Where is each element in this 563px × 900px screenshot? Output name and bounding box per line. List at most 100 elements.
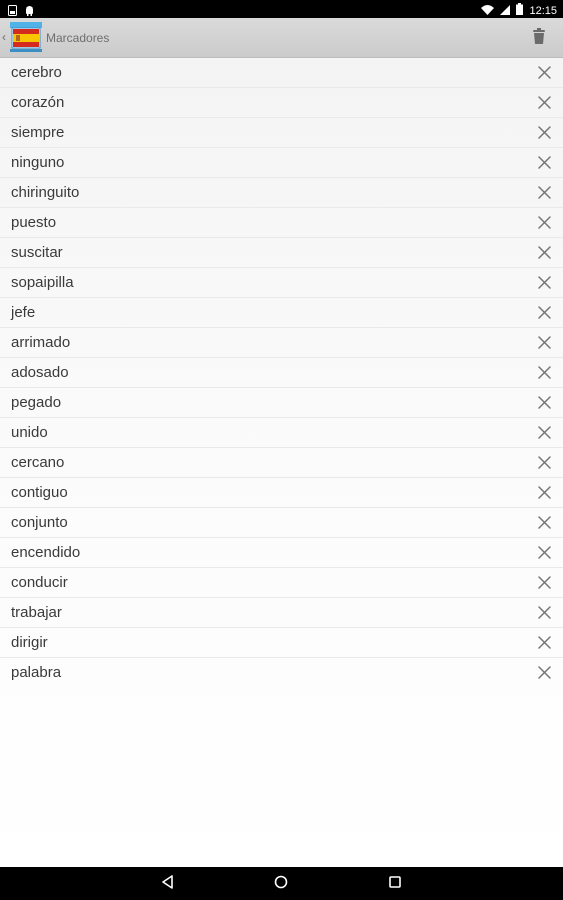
bookmark-word[interactable]: puesto bbox=[11, 214, 56, 232]
delete-all-button[interactable] bbox=[529, 26, 549, 50]
page-title: Marcadores bbox=[46, 31, 110, 45]
close-icon[interactable] bbox=[537, 95, 551, 109]
bookmark-word[interactable]: adosado bbox=[11, 364, 69, 382]
trash-icon[interactable] bbox=[533, 27, 545, 49]
bookmark-word[interactable]: chiringuito bbox=[11, 184, 79, 202]
bookmark-word[interactable]: corazón bbox=[11, 94, 64, 112]
list-item[interactable]: palabra bbox=[0, 658, 563, 688]
close-icon[interactable] bbox=[537, 155, 551, 169]
close-icon[interactable] bbox=[537, 125, 551, 139]
list-item[interactable]: suscitar bbox=[0, 238, 563, 268]
close-icon[interactable] bbox=[537, 305, 551, 319]
remove-bookmark-button[interactable] bbox=[535, 603, 553, 621]
bookmark-word[interactable]: encendido bbox=[11, 544, 80, 562]
home-icon[interactable] bbox=[274, 875, 288, 894]
remove-bookmark-button[interactable] bbox=[535, 243, 553, 261]
remove-bookmark-button[interactable] bbox=[535, 573, 553, 591]
bookmark-word[interactable]: conjunto bbox=[11, 514, 68, 532]
close-icon[interactable] bbox=[537, 485, 551, 499]
bookmark-word[interactable]: palabra bbox=[11, 664, 61, 682]
list-item[interactable]: cercano bbox=[0, 448, 563, 478]
remove-bookmark-button[interactable] bbox=[535, 483, 553, 501]
close-icon[interactable] bbox=[537, 575, 551, 589]
close-icon[interactable] bbox=[537, 215, 551, 229]
bookmark-word[interactable]: sopaipilla bbox=[11, 274, 74, 292]
remove-bookmark-button[interactable] bbox=[535, 183, 553, 201]
remove-bookmark-button[interactable] bbox=[535, 513, 553, 531]
close-icon[interactable] bbox=[537, 245, 551, 259]
list-item[interactable]: cerebro bbox=[0, 58, 563, 88]
home-button[interactable] bbox=[272, 875, 290, 893]
list-item[interactable]: conducir bbox=[0, 568, 563, 598]
remove-bookmark-button[interactable] bbox=[535, 633, 553, 651]
recents-button[interactable] bbox=[386, 875, 404, 893]
remove-bookmark-button[interactable] bbox=[535, 453, 553, 471]
list-item[interactable]: trabajar bbox=[0, 598, 563, 628]
back-icon[interactable] bbox=[161, 874, 175, 894]
remove-bookmark-button[interactable] bbox=[535, 63, 553, 81]
bookmarks-list-area: cerebro corazón siempre ninguno chiringuito p… bbox=[0, 58, 563, 867]
remove-bookmark-button[interactable] bbox=[535, 363, 553, 381]
list-item[interactable]: siempre bbox=[0, 118, 563, 148]
bookmark-word[interactable]: jefe bbox=[11, 304, 35, 322]
bookmark-word[interactable]: cerebro bbox=[11, 64, 62, 82]
bookmark-word[interactable]: arrimado bbox=[11, 334, 70, 352]
list-item[interactable]: pegado bbox=[0, 388, 563, 418]
bookmark-word[interactable]: cercano bbox=[11, 454, 64, 472]
bookmark-word[interactable]: contiguo bbox=[11, 484, 68, 502]
remove-bookmark-button[interactable] bbox=[535, 423, 553, 441]
bookmark-word[interactable]: trabajar bbox=[11, 604, 62, 622]
close-icon[interactable] bbox=[537, 335, 551, 349]
close-icon[interactable] bbox=[537, 635, 551, 649]
close-icon[interactable] bbox=[537, 665, 551, 679]
list-item[interactable]: conjunto bbox=[0, 508, 563, 538]
list-item[interactable]: chiringuito bbox=[0, 178, 563, 208]
bookmark-word[interactable]: unido bbox=[11, 424, 48, 442]
status-bar: 12:15 bbox=[0, 0, 563, 18]
remove-bookmark-button[interactable] bbox=[535, 663, 553, 681]
list-item[interactable]: dirigir bbox=[0, 628, 563, 658]
close-icon[interactable] bbox=[537, 425, 551, 439]
remove-bookmark-button[interactable] bbox=[535, 303, 553, 321]
spanish-flag-icon[interactable] bbox=[9, 20, 43, 54]
close-icon[interactable] bbox=[537, 275, 551, 289]
list-item[interactable]: ninguno bbox=[0, 148, 563, 178]
list-item[interactable]: contiguo bbox=[0, 478, 563, 508]
close-icon[interactable] bbox=[537, 605, 551, 619]
remove-bookmark-button[interactable] bbox=[535, 93, 553, 111]
list-item[interactable]: puesto bbox=[0, 208, 563, 238]
remove-bookmark-button[interactable] bbox=[535, 123, 553, 141]
list-item[interactable]: arrimado bbox=[0, 328, 563, 358]
list-item[interactable]: adosado bbox=[0, 358, 563, 388]
close-icon[interactable] bbox=[537, 185, 551, 199]
close-icon[interactable] bbox=[537, 395, 551, 409]
recents-icon[interactable] bbox=[388, 875, 402, 894]
remove-bookmark-button[interactable] bbox=[535, 393, 553, 411]
bookmark-word[interactable]: conducir bbox=[11, 574, 68, 592]
bookmarks-list: cerebro corazón siempre ninguno chiringuito p… bbox=[0, 58, 563, 688]
remove-bookmark-button[interactable] bbox=[535, 333, 553, 351]
bookmark-word[interactable]: suscitar bbox=[11, 244, 63, 262]
list-item[interactable]: unido bbox=[0, 418, 563, 448]
close-icon[interactable] bbox=[537, 455, 551, 469]
close-icon[interactable] bbox=[537, 65, 551, 79]
bookmark-word[interactable]: pegado bbox=[11, 394, 61, 412]
navigation-bar bbox=[0, 867, 563, 900]
close-icon[interactable] bbox=[537, 365, 551, 379]
remove-bookmark-button[interactable] bbox=[535, 543, 553, 561]
up-caret-icon[interactable]: ‹ bbox=[2, 30, 6, 44]
bookmark-word[interactable]: siempre bbox=[11, 124, 64, 142]
remove-bookmark-button[interactable] bbox=[535, 153, 553, 171]
list-item[interactable]: sopaipilla bbox=[0, 268, 563, 298]
action-bar: ‹ Marcadores bbox=[0, 18, 563, 58]
list-item[interactable]: corazón bbox=[0, 88, 563, 118]
back-button[interactable] bbox=[159, 874, 177, 894]
bookmark-word[interactable]: ninguno bbox=[11, 154, 64, 172]
remove-bookmark-button[interactable] bbox=[535, 273, 553, 291]
list-item[interactable]: jefe bbox=[0, 298, 563, 328]
close-icon[interactable] bbox=[537, 515, 551, 529]
list-item[interactable]: encendido bbox=[0, 538, 563, 568]
bookmark-word[interactable]: dirigir bbox=[11, 634, 48, 652]
close-icon[interactable] bbox=[537, 545, 551, 559]
remove-bookmark-button[interactable] bbox=[535, 213, 553, 231]
